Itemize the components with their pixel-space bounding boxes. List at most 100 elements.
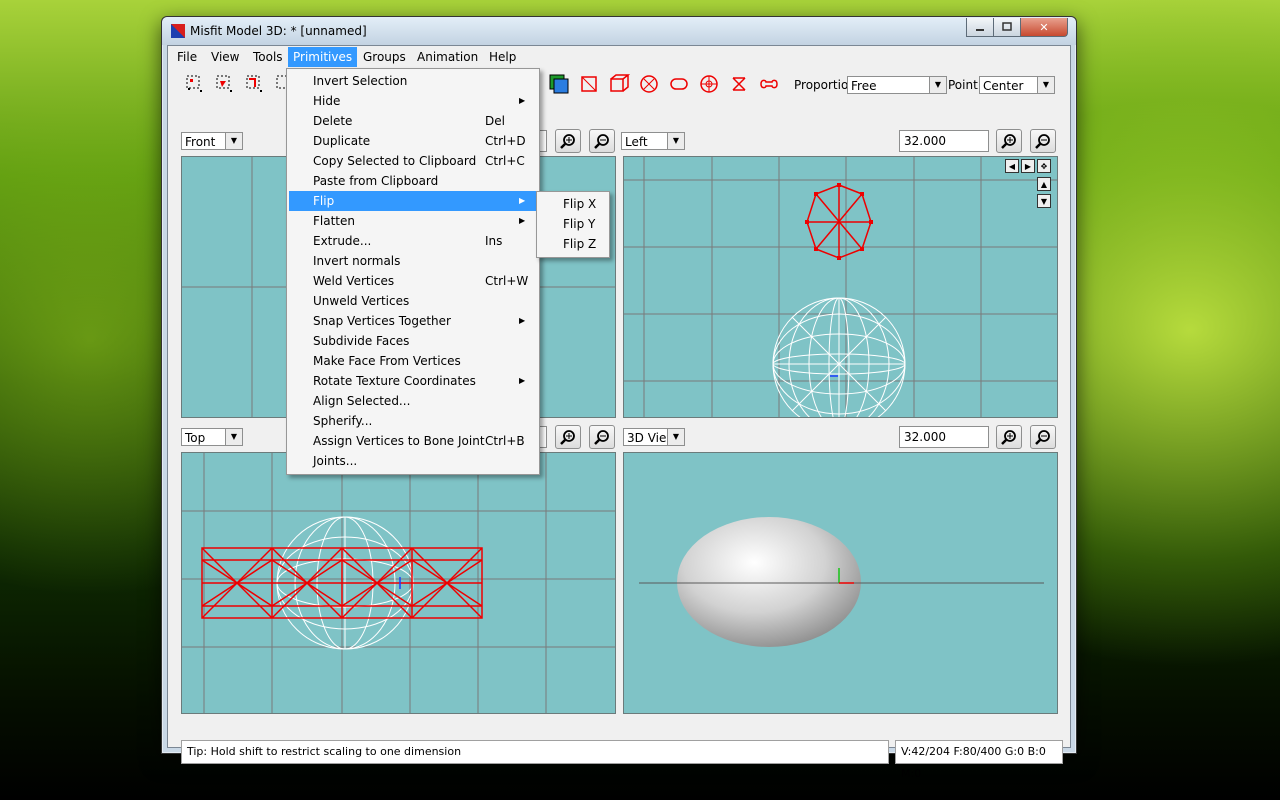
top-grid: [182, 453, 615, 713]
menu-item-shortcut: Ctrl+W: [485, 274, 529, 288]
menu-item-label: Delete: [313, 114, 353, 128]
sphere-wireframe: [772, 297, 906, 417]
pan-move-button[interactable]: ✥: [1037, 159, 1051, 173]
menu-item-label: Align Selected...: [313, 394, 411, 408]
menu-item-assign-vertices-to-bone-joint[interactable]: Assign Vertices to Bone Joint Ctrl+B: [289, 431, 537, 451]
window-title: Misfit Model 3D: * [unnamed]: [190, 24, 367, 38]
proportion-select[interactable]: Free ▼: [847, 76, 947, 94]
3d-viewport[interactable]: [623, 452, 1058, 714]
torus-primitive-icon[interactable]: [698, 73, 720, 95]
menu-item-align-selected[interactable]: Align Selected...: [289, 391, 537, 411]
3d-view-select[interactable]: 3D View ▼: [623, 428, 685, 446]
menu-item-shortcut: Ctrl+D: [485, 134, 526, 148]
menu-item-label: Flatten: [313, 214, 355, 228]
top-zoom-in-button[interactable]: [555, 425, 581, 449]
pan-up-button[interactable]: ▲: [1037, 177, 1051, 191]
chevron-down-icon: ▼: [667, 429, 684, 445]
select-faces-icon[interactable]: [214, 73, 236, 95]
menu-item-snap-vertices-together[interactable]: Snap Vertices Together ▶: [289, 311, 537, 331]
pan-left-button[interactable]: ◀: [1005, 159, 1019, 173]
pan-down-button[interactable]: ▼: [1037, 194, 1051, 208]
texture-icon[interactable]: [548, 73, 570, 95]
menu-item-label: Copy Selected to Clipboard: [313, 154, 477, 168]
front-view-select[interactable]: Front ▼: [181, 132, 243, 150]
select-vertices-icon[interactable]: [184, 73, 206, 95]
menu-tools[interactable]: Tools: [248, 47, 288, 67]
close-icon: ✕: [1039, 20, 1049, 34]
3d-zoom-in-button[interactable]: [996, 425, 1022, 449]
menu-primitives[interactable]: Primitives: [288, 47, 358, 67]
polygon-primitive-icon[interactable]: [728, 73, 750, 95]
point-select[interactable]: Center ▼: [979, 76, 1055, 94]
3d-zoom-out-button[interactable]: [1030, 425, 1056, 449]
arrow-up-icon: ▲: [1040, 179, 1048, 189]
menu-item-label: Subdivide Faces: [313, 334, 410, 348]
menu-item-flatten[interactable]: Flatten ▶: [289, 211, 537, 231]
submenu-arrow-icon: ▶: [519, 196, 526, 205]
menu-item-flip-x[interactable]: Flip X: [539, 194, 607, 214]
ellipse-primitive-icon[interactable]: [638, 73, 660, 95]
menu-item-spherify[interactable]: Spherify...: [289, 411, 537, 431]
top-viewport[interactable]: [181, 452, 616, 714]
left-view-select[interactable]: Left ▼: [621, 132, 685, 150]
menu-view[interactable]: View: [206, 47, 244, 67]
menu-item-delete[interactable]: Delete Del: [289, 111, 537, 131]
top-view-select[interactable]: Top ▼: [181, 428, 243, 446]
menu-animation[interactable]: Animation: [412, 47, 483, 67]
zoom-in-icon: [560, 430, 575, 445]
menu-item-weld-vertices[interactable]: Weld Vertices Ctrl+W: [289, 271, 537, 291]
menu-item-paste-from-clipboard[interactable]: Paste from Clipboard: [289, 171, 537, 191]
menu-groups[interactable]: Groups: [358, 47, 411, 67]
arrow-down-icon: ▼: [1040, 196, 1048, 206]
menu-item-invert-selection[interactable]: Invert Selection: [289, 71, 537, 91]
arrow-right-icon: ▶: [1024, 161, 1032, 171]
menu-item-invert-normals[interactable]: Invert normals: [289, 251, 537, 271]
menu-item-duplicate[interactable]: Duplicate Ctrl+D: [289, 131, 537, 151]
menu-item-flip-z[interactable]: Flip Z: [539, 234, 607, 254]
cube-primitive-icon[interactable]: [608, 73, 630, 95]
zoom-out-icon: [594, 430, 609, 445]
menu-item-label: Weld Vertices: [313, 274, 395, 288]
menu-item-unweld-vertices[interactable]: Unweld Vertices: [289, 291, 537, 311]
menu-item-flip[interactable]: Flip ▶: [289, 191, 537, 211]
menu-bar: File View Tools Primitives Groups Animat…: [168, 46, 1070, 68]
front-zoom-in-button[interactable]: [555, 129, 581, 153]
front-zoom-out-button[interactable]: [589, 129, 615, 153]
zoom-in-icon: [1001, 430, 1016, 445]
3d-zoom-field[interactable]: 32.000: [899, 426, 989, 448]
left-zoom-in-button[interactable]: [996, 129, 1022, 153]
top-zoom-out-button[interactable]: [589, 425, 615, 449]
pan-right-button[interactable]: ▶: [1021, 159, 1035, 173]
rectangle-primitive-icon[interactable]: [578, 73, 600, 95]
left-zoom-out-button[interactable]: [1030, 129, 1056, 153]
cylinder-primitive-icon[interactable]: [668, 73, 690, 95]
menu-item-subdivide-faces[interactable]: Subdivide Faces: [289, 331, 537, 351]
menu-item-hide[interactable]: Hide ▶: [289, 91, 537, 111]
left-viewport[interactable]: ◀ ▶ ✥ ▲ ▼: [623, 156, 1058, 418]
menu-item-label: Assign Vertices to Bone Joint: [313, 434, 485, 448]
bone-joint-icon[interactable]: [758, 73, 780, 95]
chevron-down-icon: ▼: [225, 429, 242, 445]
menu-item-flip-y[interactable]: Flip Y: [539, 214, 607, 234]
menu-item-rotate-texture-coordinates[interactable]: Rotate Texture Coordinates ▶: [289, 371, 537, 391]
menu-item-copy-selected-to-clipboard[interactable]: Copy Selected to Clipboard Ctrl+C: [289, 151, 537, 171]
menu-file[interactable]: File: [172, 47, 202, 67]
select-groups-icon[interactable]: [244, 73, 266, 95]
minimize-button[interactable]: [966, 18, 994, 37]
selected-boxes: [201, 547, 483, 619]
menu-help[interactable]: Help: [484, 47, 521, 67]
close-button[interactable]: ✕: [1020, 18, 1068, 37]
left-zoom-field[interactable]: 32.000: [899, 130, 989, 152]
title-bar[interactable]: Misfit Model 3D: * [unnamed] ✕: [162, 17, 1076, 45]
chevron-down-icon: ▼: [1037, 77, 1054, 93]
point-label: Point: [948, 78, 978, 92]
primitives-menu: Invert Selection Hide ▶ Delete Del Duplicate C…: [286, 68, 540, 475]
menu-item-label: Paste from Clipboard: [313, 174, 439, 188]
menu-item-joints[interactable]: Joints...: [289, 451, 537, 471]
menu-item-extrude[interactable]: Extrude... Ins: [289, 231, 537, 251]
chevron-down-icon: ▼: [667, 133, 684, 149]
menu-item-make-face-from-vertices[interactable]: Make Face From Vertices: [289, 351, 537, 371]
zoom-in-icon: [560, 134, 575, 149]
maximize-button[interactable]: [993, 18, 1021, 37]
menu-item-label: Flip: [313, 194, 335, 208]
